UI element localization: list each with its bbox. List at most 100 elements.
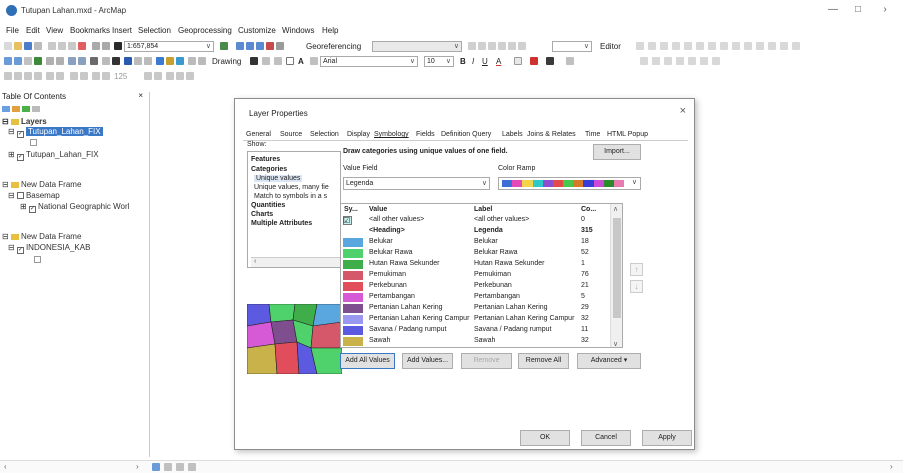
basemap-checkbox[interactable] (16, 192, 24, 199)
zoom-out-icon[interactable] (14, 57, 22, 65)
edit-tool-icon[interactable] (672, 42, 680, 50)
paste-icon[interactable] (68, 42, 76, 50)
copy-icon[interactable] (58, 42, 66, 50)
symbol-swatch[interactable] (343, 293, 363, 302)
redo-icon[interactable] (102, 42, 110, 50)
minimize-icon[interactable]: — (826, 4, 840, 16)
move-down-button[interactable]: ↓ (630, 280, 643, 293)
edit-vertex-icon[interactable] (688, 57, 696, 65)
value-field-select[interactable]: Legenda (343, 177, 490, 190)
import-button[interactable]: Import... (593, 144, 641, 160)
search-window-icon[interactable] (256, 42, 264, 50)
toc-layers-group[interactable]: ⊟ Layers (2, 117, 47, 126)
edit-tool-icon[interactable] (660, 42, 668, 50)
scroll-right-icon[interactable]: › (890, 462, 893, 471)
table-row[interactable]: Perkebunan Perkebunan 21 (341, 282, 611, 291)
scale-combo[interactable]: 1:657,854 (124, 41, 214, 52)
edit-tool-icon[interactable] (792, 42, 800, 50)
edit-tool-icon[interactable] (780, 42, 788, 50)
menu-windows[interactable]: Windows (282, 26, 314, 35)
edit-vertex-icon[interactable] (700, 57, 708, 65)
menu-edit[interactable]: Edit (26, 26, 40, 35)
edit-tool-icon[interactable] (648, 42, 656, 50)
list-by-drawing-order-icon[interactable] (2, 106, 10, 112)
font-name-combo[interactable]: Arial (320, 56, 418, 67)
table-row[interactable]: Belukar Rawa Belukar Rawa 52 (341, 249, 611, 258)
edit-tool-icon[interactable] (684, 42, 692, 50)
menu-geoprocessing[interactable]: Geoprocessing (178, 26, 232, 35)
back-icon[interactable] (68, 57, 76, 65)
show-item-unique-values[interactable]: Unique values (254, 175, 303, 182)
table-row[interactable]: Hutan Rawa Sekunder Hutan Rawa Sekunder 1 (341, 260, 611, 269)
layout-tool-icon[interactable] (186, 72, 194, 80)
zoom-whole-page-icon[interactable] (274, 57, 282, 65)
edit-tool-icon[interactable] (708, 42, 716, 50)
list-by-source-icon[interactable] (12, 106, 20, 112)
dialog-close-icon[interactable]: × (680, 105, 686, 117)
layout-tool-icon[interactable] (56, 72, 64, 80)
tab-source[interactable]: Source (280, 131, 302, 138)
undo-icon[interactable] (92, 42, 100, 50)
georef-tool-icon[interactable] (488, 42, 496, 50)
select-elements-icon[interactable] (112, 57, 120, 65)
edit-vertex-icon[interactable] (640, 57, 648, 65)
col-count[interactable]: Co... (581, 206, 596, 213)
table-row[interactable]: Savana / Padang rumput Savana / Padang ru… (341, 326, 611, 335)
forward-icon[interactable] (78, 57, 86, 65)
menu-bookmarks[interactable]: Bookmarks (70, 26, 110, 35)
scroll-down-icon[interactable]: ∨ (613, 340, 618, 347)
arctoolbox-icon[interactable] (266, 42, 274, 50)
georef-combo[interactable] (552, 41, 592, 52)
save-icon[interactable] (24, 42, 32, 50)
col-symbol[interactable]: Sy... (344, 206, 358, 213)
tab-fields[interactable]: Fields (416, 131, 435, 138)
georef-layer-combo[interactable] (372, 41, 462, 52)
symbol-swatch[interactable] (343, 249, 363, 258)
text-tool-icon[interactable]: A (298, 57, 304, 66)
edit-tool-icon[interactable] (696, 42, 704, 50)
show-item-quantities[interactable]: Quantities (251, 202, 285, 209)
edit-vertex-icon[interactable] (712, 57, 720, 65)
remove-button[interactable]: Remove (461, 353, 512, 369)
clear-selection-icon[interactable] (102, 57, 110, 65)
indonesia-checkbox[interactable]: ✓ (16, 247, 24, 254)
edit-tool-icon[interactable] (756, 42, 764, 50)
symbol-swatch[interactable] (343, 315, 363, 324)
select-features-icon[interactable] (90, 57, 98, 65)
table-row[interactable]: Pemukiman Pemukiman 76 (341, 271, 611, 280)
show-list-hscrollbar[interactable]: ‹› (251, 257, 340, 267)
menu-file[interactable]: File (6, 26, 19, 35)
table-row[interactable]: ☑ <all other values> <all other values> 0 (341, 216, 611, 225)
pan-icon[interactable] (24, 57, 32, 65)
show-item-charts[interactable]: Charts (251, 211, 273, 218)
toc-layer-tutupan[interactable]: ⊞ ✓ Tutupan_Lahan_FIX (8, 150, 99, 161)
list-by-visibility-icon[interactable] (22, 106, 30, 112)
table-row[interactable]: Pertanian Lahan Kering Pertanian Lahan Ke… (341, 304, 611, 313)
viewer-icon[interactable] (188, 57, 196, 65)
table-of-contents-icon[interactable] (236, 42, 244, 50)
color-ramp-select[interactable]: ∨ (498, 177, 641, 190)
fill-color-icon[interactable] (514, 57, 522, 65)
layout-zoom-icon[interactable] (4, 72, 12, 80)
zoom-in-icon[interactable] (4, 57, 12, 65)
html-popup-icon[interactable] (166, 57, 174, 65)
add-all-values-button[interactable]: Add All Values (340, 353, 395, 369)
find-icon[interactable] (134, 57, 142, 65)
cut-icon[interactable] (48, 42, 56, 50)
remove-all-button[interactable]: Remove All (518, 353, 569, 369)
swipe-icon[interactable] (198, 57, 206, 65)
georef-tool-icon[interactable] (478, 42, 486, 50)
open-icon[interactable] (14, 42, 22, 50)
georef-tool-icon[interactable] (518, 42, 526, 50)
line-color-icon[interactable] (530, 57, 538, 65)
show-item-match-symbols[interactable]: Match to symbols in a s (254, 193, 327, 200)
apply-button[interactable]: Apply (642, 430, 692, 446)
toc-close-icon[interactable]: × (138, 91, 143, 100)
toc-data-frame-1[interactable]: ⊟ New Data Frame (2, 180, 81, 189)
col-value[interactable]: Value (369, 206, 387, 213)
delete-icon[interactable] (78, 42, 86, 50)
underline-icon[interactable]: U (482, 57, 488, 66)
edit-vertex-icon[interactable] (676, 57, 684, 65)
edit-tool-icon[interactable] (768, 42, 776, 50)
edit-tool-icon[interactable] (720, 42, 728, 50)
